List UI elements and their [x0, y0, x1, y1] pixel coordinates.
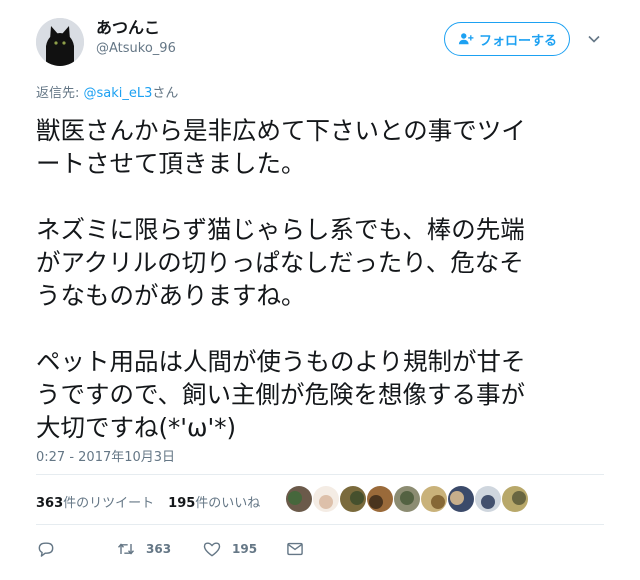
display-name[interactable]: あつんこ [96, 14, 160, 38]
retweet-stat-label: 件のリツイート [63, 496, 155, 511]
black-cat-avatar-icon [36, 18, 84, 66]
envelope-icon [287, 542, 303, 556]
like-count: 195 [232, 542, 258, 556]
tweet-blank-line [36, 180, 616, 213]
tweet-line: 獣医さんから是非広めて下さいとの事でツイ [36, 116, 526, 145]
liker-avatar-image [421, 486, 447, 512]
reply-suffix: さん [152, 86, 179, 101]
liker-avatar-image [394, 486, 420, 512]
liker-avatar[interactable] [502, 486, 528, 512]
liker-avatar[interactable] [286, 486, 312, 512]
tweet-blank-line [36, 312, 616, 345]
retweet-icon [117, 543, 135, 555]
tweet-line: ペット用品は人間が使うものより規制が甘そ [36, 347, 526, 376]
tweet-line: 大切ですね(*'ω'*) [36, 413, 237, 442]
liker-avatar-image [475, 486, 501, 512]
reply-button[interactable] [36, 539, 116, 559]
divider [36, 474, 604, 475]
tweet-line: うですので、飼い主側が危険を想像する事が [36, 380, 526, 409]
direct-message-button[interactable] [285, 539, 305, 559]
reply-context: 返信先: @saki_eL3さん [36, 82, 178, 101]
liker-avatar-image [313, 486, 339, 512]
like-stat-label: 件のいいね [195, 496, 261, 511]
tweet-line: ートさせて頂きました。 [36, 149, 306, 178]
follow-button[interactable]: フォローする [444, 22, 570, 56]
tweet-line: うなものがありますね。 [36, 281, 306, 310]
tweet-line: がアクリルの切りっぱなしだったり、危なそ [36, 248, 524, 277]
like-stat[interactable]: 195件のいいね [168, 492, 260, 511]
retweet-stat-count: 363 [36, 496, 64, 511]
liker-avatar[interactable] [475, 486, 501, 512]
divider [36, 524, 604, 525]
liker-avatar[interactable] [313, 486, 339, 512]
liker-avatar[interactable] [367, 486, 393, 512]
retweet-button[interactable]: 363 [116, 539, 202, 559]
liker-avatar-image [340, 486, 366, 512]
heart-icon [203, 542, 221, 557]
liker-avatar[interactable] [421, 486, 447, 512]
tweet-actions: 363 195 [36, 538, 305, 560]
retweet-stat[interactable]: 363件のリツイート [36, 492, 154, 511]
avatar[interactable] [36, 18, 84, 66]
liker-avatar-image [367, 486, 393, 512]
reply-icon [38, 542, 54, 557]
tweet-stats: 363件のリツイート 195件のいいね [36, 492, 260, 511]
liker-avatar[interactable] [394, 486, 420, 512]
follow-button-label: フォローする [478, 33, 557, 49]
liker-avatar[interactable] [448, 486, 474, 512]
liker-avatar-image [502, 486, 528, 512]
like-button[interactable]: 195 [202, 539, 285, 559]
chevron-down-icon[interactable] [587, 32, 601, 46]
liker-avatars [286, 486, 528, 512]
reply-mention-link[interactable]: @saki_eL3 [84, 86, 153, 101]
reply-prefix: 返信先: [36, 86, 84, 101]
screen-name[interactable]: @Atsuko_96 [96, 41, 176, 56]
liker-avatar-image [286, 486, 312, 512]
add-user-icon [458, 33, 474, 45]
liker-avatar-image [448, 486, 474, 512]
retweet-count: 363 [146, 542, 172, 556]
tweet-text: 獣医さんから是非広めて下さいとの事でツイ ートさせて頂きました。 ネズミに限らず… [36, 114, 616, 444]
liker-avatar[interactable] [340, 486, 366, 512]
like-stat-count: 195 [168, 496, 196, 511]
tweet-line: ネズミに限らず猫じゃらし系でも、棒の先端 [36, 215, 525, 244]
tweet-timestamp[interactable]: 0:27 - 2017年10月3日 [36, 446, 175, 465]
